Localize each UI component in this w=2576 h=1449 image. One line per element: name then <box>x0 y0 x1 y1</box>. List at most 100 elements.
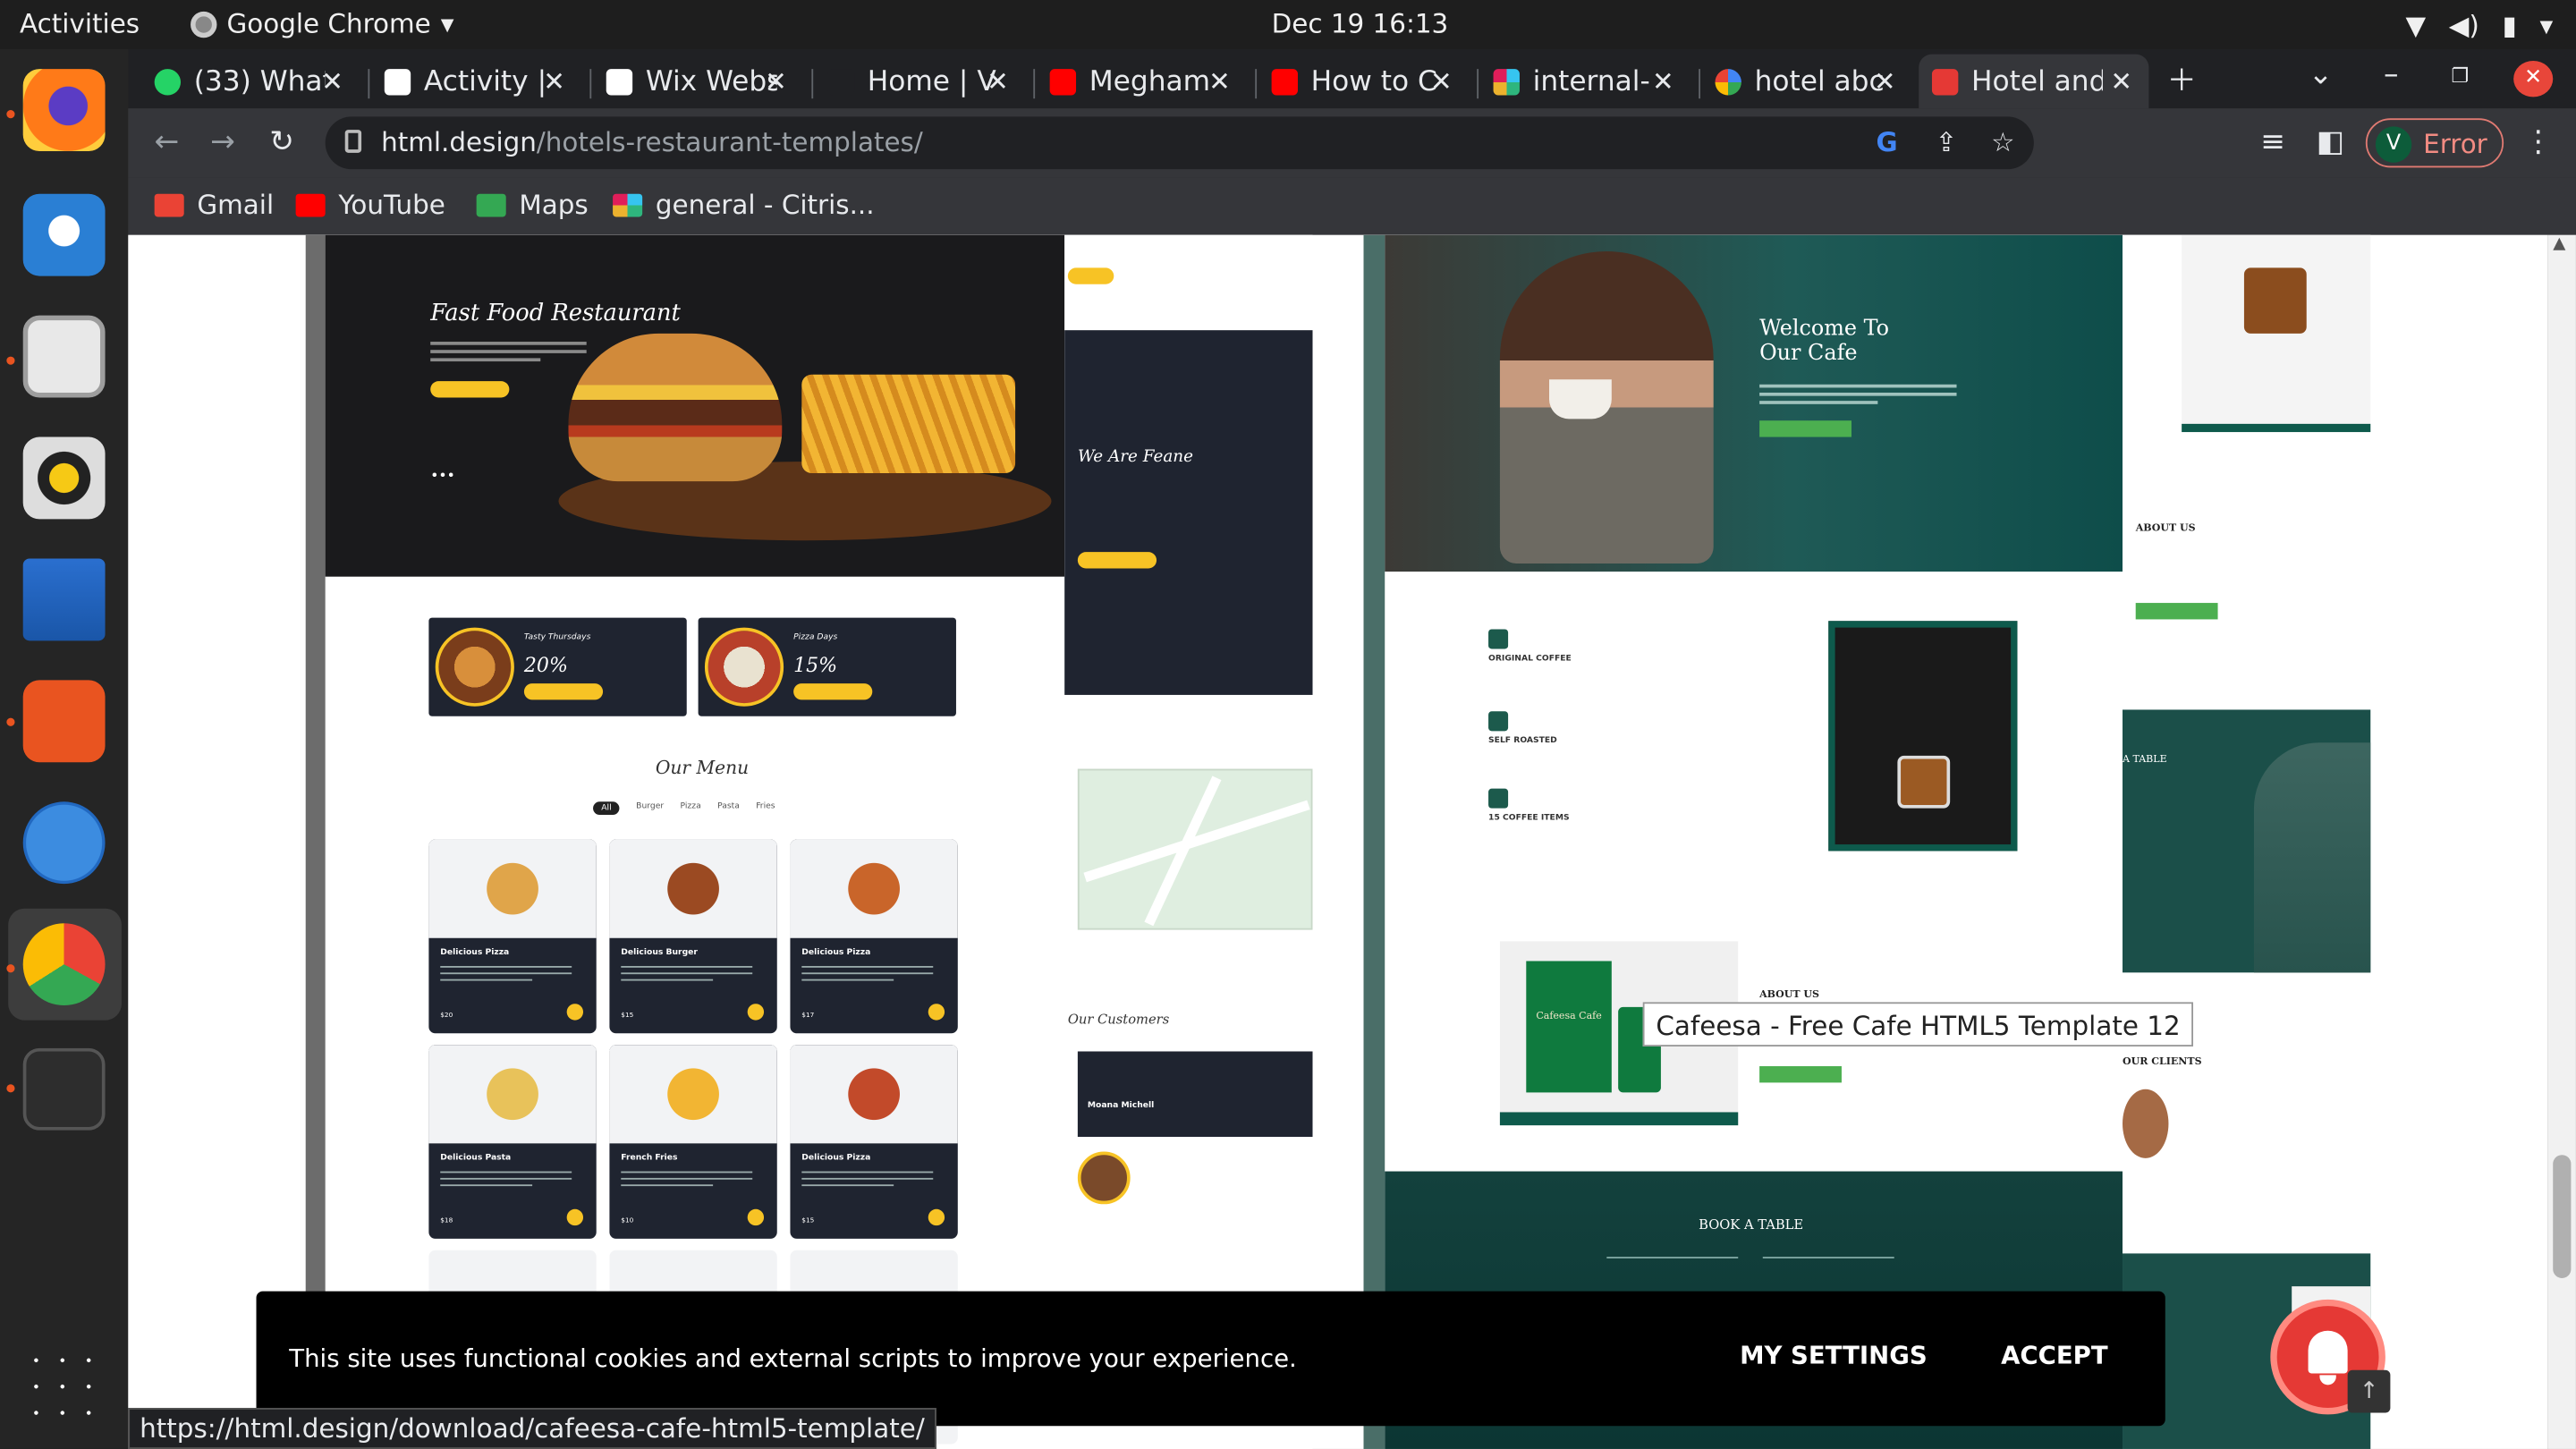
close-icon[interactable]: ✕ <box>1430 65 1453 97</box>
order-now-button[interactable] <box>430 381 510 398</box>
hero-section: Fast Food Restaurant <box>325 234 1065 577</box>
desktop: Activities Google Chrome ▾ Dec 19 16:13 … <box>0 0 2576 1449</box>
whatsapp-icon <box>154 68 182 95</box>
slider-dots[interactable] <box>430 471 457 479</box>
tab-google-hotel[interactable]: hotel abc ✕ <box>1702 55 1912 109</box>
vertical-scrollbar[interactable]: ▲ <box>2547 234 2576 1449</box>
my-settings-button[interactable]: MY SETTINGS <box>1740 1341 1928 1370</box>
cart-icon[interactable] <box>566 1004 584 1021</box>
menu-filter-all[interactable]: All <box>593 801 620 816</box>
share-icon[interactable]: ⇪ <box>1936 126 1958 157</box>
menu-filter-pizza[interactable]: Pizza <box>681 801 701 815</box>
cart-icon[interactable] <box>928 1004 945 1021</box>
app-center-icon[interactable] <box>22 680 106 763</box>
tab-youtube-megham[interactable]: Megham ✕ <box>1037 55 1247 109</box>
tab-whatsapp[interactable]: (33) WhatsApp ✕ <box>141 55 360 109</box>
new-tab-button[interactable]: ＋ <box>2167 57 2197 100</box>
thunderbird-icon[interactable] <box>22 193 106 276</box>
lock-icon[interactable] <box>344 130 362 153</box>
scroll-up-icon[interactable]: ▲ <box>2553 235 2565 253</box>
reading-list-icon[interactable]: ≡ <box>2260 125 2285 160</box>
tab-divider <box>1477 69 1479 99</box>
tab-search-icon[interactable]: ⌄ <box>2309 57 2334 92</box>
bookmark-slack-general[interactable]: general - Citris... <box>613 189 875 220</box>
window-close-button[interactable]: ✕ <box>2513 60 2554 97</box>
tab-wix-activity[interactable]: Activity | Wix ✕ <box>371 55 581 109</box>
browser-toolbar: ← → ↻ html.design/hotels-restaurant-temp… <box>128 108 2576 178</box>
youtube-icon <box>1049 68 1077 95</box>
cart-icon[interactable] <box>747 1208 765 1226</box>
template-preview-cafeesa[interactable]: Welcome To Our Cafe ORIGINAL COFFEE SELF… <box>1363 234 2371 1449</box>
close-icon[interactable]: ✕ <box>1874 65 1896 97</box>
menu-filter-fries[interactable]: Fries <box>756 801 775 815</box>
accept-button[interactable]: ACCEPT <box>2001 1341 2108 1370</box>
hero-title: Welcome To Our Cafe <box>1759 317 1890 367</box>
menu-item-price: $10 <box>621 1216 634 1224</box>
menu-filter-pasta[interactable]: Pasta <box>717 801 740 815</box>
food-photo <box>660 1061 726 1127</box>
url-text[interactable]: html.design/hotels-restaurant-templates/ <box>381 126 923 157</box>
kebab-menu-icon[interactable]: ⋮ <box>2523 125 2553 160</box>
volume-icon: ◀) <box>2448 10 2479 41</box>
bookmark-star-icon[interactable]: ☆ <box>1991 126 2014 157</box>
firefox-icon[interactable] <box>22 69 106 151</box>
close-icon[interactable]: ✕ <box>765 65 787 97</box>
menu-item-desc <box>801 1166 934 1187</box>
chrome-icon[interactable] <box>22 923 106 1006</box>
tab-home[interactable]: Home | V ✕ <box>815 55 1025 109</box>
close-icon[interactable]: ✕ <box>321 65 343 97</box>
chrome-icon <box>191 10 217 38</box>
google-translate-icon[interactable]: G <box>1877 126 1898 157</box>
book-a-table-button <box>1759 420 1852 437</box>
tab-hotel-templates[interactable]: Hotel and ✕ <box>1919 54 2149 109</box>
burger-image <box>568 333 783 482</box>
minimize-icon[interactable]: – <box>2384 57 2399 92</box>
cart-icon[interactable] <box>747 1004 765 1021</box>
app-grid-icon[interactable] <box>22 1347 106 1429</box>
menu-filter-burger[interactable]: Burger <box>636 801 664 815</box>
address-bar[interactable]: html.design/hotels-restaurant-templates/… <box>325 116 2034 170</box>
promo-image <box>704 627 784 707</box>
rhythmbox-icon[interactable] <box>22 436 106 520</box>
coffee-cup-icon <box>1488 711 1509 732</box>
clock[interactable]: Dec 19 16:13 <box>1272 8 1449 39</box>
menu-item-price: $17 <box>801 1010 815 1019</box>
scrollbar-thumb[interactable] <box>2553 1155 2572 1278</box>
profile-status-label: Error <box>2423 128 2487 160</box>
template-preview-feane[interactable]: Fast Food Restaurant We Are Feane Our Cu… <box>305 234 1313 1449</box>
youtube-icon <box>1271 68 1298 95</box>
client-avatar <box>2123 1089 2169 1158</box>
maximize-icon[interactable]: ❐ <box>2451 64 2469 88</box>
cart-icon[interactable] <box>928 1208 945 1226</box>
bookmark-youtube[interactable]: YouTube <box>295 189 445 220</box>
bookmark-maps[interactable]: Maps <box>476 189 589 220</box>
help-icon[interactable] <box>22 801 106 885</box>
libreoffice-writer-icon[interactable] <box>22 558 106 641</box>
profile-button[interactable]: V Error <box>2365 118 2504 168</box>
scroll-to-top-button[interactable]: ↑ <box>2347 1369 2391 1413</box>
system-tray[interactable]: ▼ ◀) ▮ ▾ <box>2405 10 2553 41</box>
tab-youtube-howto[interactable]: How to C ✕ <box>1258 55 1469 109</box>
close-icon[interactable]: ✕ <box>543 65 565 97</box>
running-indicator <box>6 964 15 973</box>
wifi-icon: ▼ <box>2405 10 2427 41</box>
side-panel-icon[interactable]: ◧ <box>2317 125 2344 160</box>
tab-wix-website[interactable]: Wix Website ✕ <box>593 55 803 109</box>
about-title: ABOUT US <box>1759 988 1820 1001</box>
close-icon[interactable]: ✕ <box>2110 65 2132 97</box>
tab-slack-internal[interactable]: internal- ✕ <box>1480 55 1690 109</box>
running-indicator <box>6 356 15 365</box>
files-icon[interactable] <box>22 315 106 398</box>
forward-icon[interactable]: → <box>210 125 235 160</box>
terminal-icon[interactable] <box>22 1047 106 1131</box>
close-icon[interactable]: ✕ <box>1652 65 1674 97</box>
close-icon[interactable]: ✕ <box>1208 65 1231 97</box>
reload-icon[interactable]: ↻ <box>269 125 294 160</box>
close-icon[interactable]: ✕ <box>987 65 1009 97</box>
back-icon[interactable]: ← <box>155 125 180 160</box>
activities-button[interactable]: Activities <box>20 8 140 39</box>
bookmark-gmail[interactable]: Gmail <box>154 189 274 220</box>
app-menu[interactable]: Google Chrome ▾ <box>191 8 453 39</box>
cart-icon[interactable] <box>566 1208 584 1226</box>
menu-item-image <box>790 1045 958 1144</box>
